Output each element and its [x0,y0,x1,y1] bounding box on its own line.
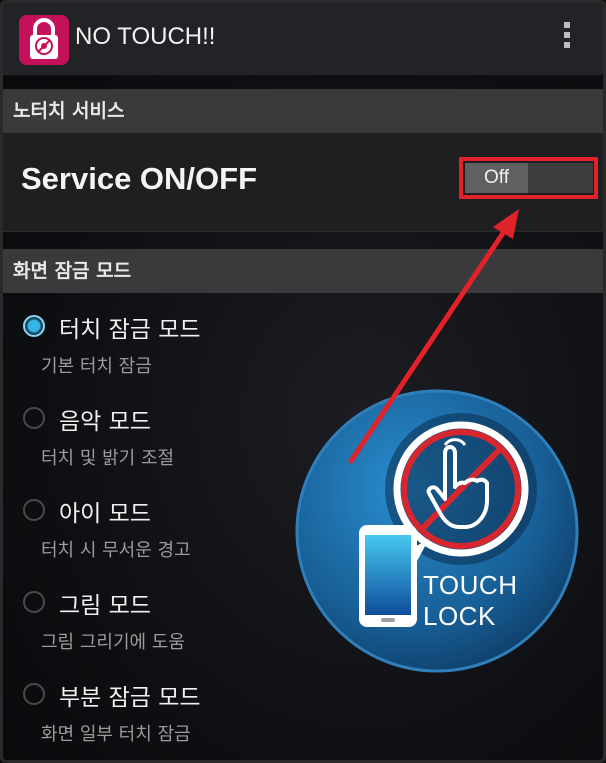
mode-title: 그림 모드 [59,593,151,619]
badge-text-touch: TOUCH [423,570,518,600]
radio-button-selected[interactable] [23,315,45,337]
mode-desc: 터치 시 무서운 경고 [41,540,191,561]
mode-item-partial-lock[interactable]: 부분 잠금 모드 화면 일부 터치 잠금 [3,669,603,760]
mode-title: 터치 잠금 모드 [59,317,201,343]
service-label: Service ON/OFF [21,161,258,196]
mode-item-touch-lock[interactable]: 터치 잠금 모드 기본 터치 잠금 [3,301,603,393]
mode-title: 부분 잠금 모드 [59,685,201,711]
section-header-service: 노터치 서비스 [3,89,603,133]
mode-desc: 화면 일부 터치 잠금 [41,724,191,745]
mode-title: 음악 모드 [59,409,151,435]
mode-title: 아이 모드 [59,501,151,527]
lock-app-icon [19,15,69,65]
toggle-thumb: Off [465,163,528,193]
radio-button[interactable] [23,591,45,613]
radio-button[interactable] [23,499,45,521]
section-header-lock-mode: 화면 잠금 모드 [3,249,603,293]
action-bar: NO TOUCH!! [3,3,603,76]
radio-button[interactable] [23,683,45,705]
service-toggle[interactable]: Off [465,163,593,193]
mode-desc: 그림 그리기에 도움 [41,632,185,653]
mode-desc: 기본 터치 잠금 [41,356,152,377]
app-window: NO TOUCH!! 노터치 서비스 Service ON/OFF Off 화면… [0,0,606,763]
overflow-menu-icon[interactable] [556,19,578,59]
badge-text-lock: LOCK [423,601,496,631]
app-title: NO TOUCH!! [75,23,216,50]
mode-desc: 터치 및 밝기 조절 [41,448,175,469]
radio-button[interactable] [23,407,45,429]
